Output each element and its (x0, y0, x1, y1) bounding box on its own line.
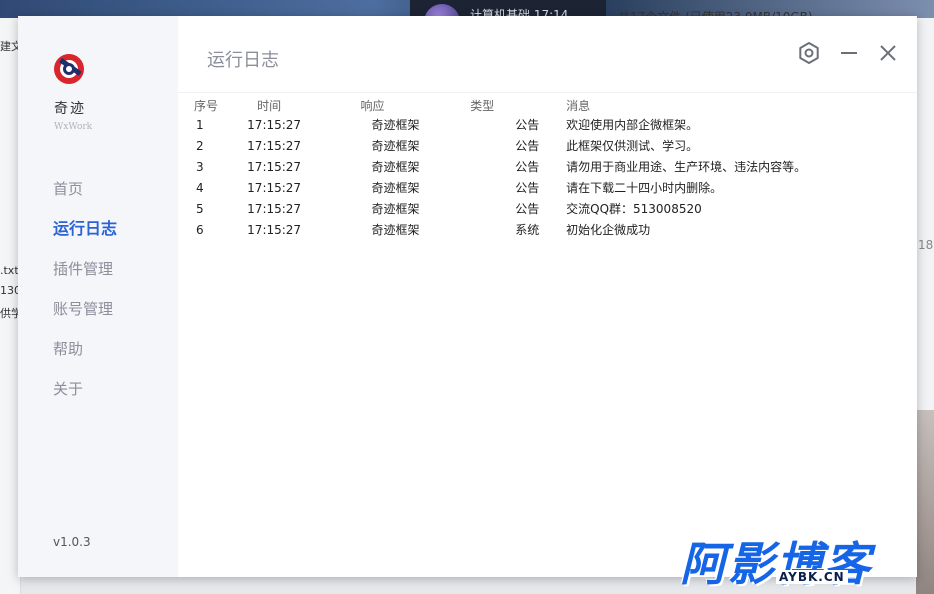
log-table: 序号 时间 响应 类型 消息 1 17:15:27 奇迹框架 公告 欢迎使用内部… (194, 96, 917, 240)
table-row[interactable]: 3 17:15:27 奇迹框架 公告 请勿用于商业用途、生产环境、违法内容等。 (194, 156, 917, 177)
table-row[interactable]: 6 17:15:27 奇迹框架 系统 初始化企微成功 (194, 219, 917, 240)
cell-index: 2 (196, 138, 204, 153)
cell-index: 3 (196, 159, 204, 174)
background-right-text: 18 (918, 238, 934, 252)
version-label: v1.0.3 (53, 535, 91, 549)
sidebar: 奇迹 WxWork 首页 运行日志 插件管理 账号管理 帮助 关于 v1.0.3 (18, 16, 178, 577)
background-left-text: .txt (0, 264, 18, 277)
settings-button[interactable] (796, 40, 822, 66)
cell-type: 公告 (515, 139, 540, 153)
cell-message: 此框架仅供测试、学习。 (566, 139, 699, 153)
sidebar-item-home[interactable]: 首页 (53, 178, 117, 218)
cell-type: 系统 (515, 223, 540, 237)
sidebar-nav: 首页 运行日志 插件管理 账号管理 帮助 关于 (53, 178, 117, 418)
main-header: 运行日志 (178, 16, 917, 93)
cell-type: 公告 (515, 118, 540, 132)
table-row[interactable]: 1 17:15:27 奇迹框架 公告 欢迎使用内部企微框架。 (194, 114, 917, 135)
column-header-time[interactable]: 时间 (247, 96, 360, 114)
cell-time: 17:15:27 (247, 138, 302, 153)
cell-response: 奇迹框架 (371, 160, 420, 174)
cell-response: 奇迹框架 (371, 202, 420, 216)
main-panel: 运行日志 序号 时间 响应 类型 消息 1 17:15:27 奇迹框架 公告 欢… (178, 16, 917, 577)
cell-message: 请在下载二十四小时内删除。 (566, 181, 723, 195)
log-table-header: 序号 时间 响应 类型 消息 (194, 96, 917, 114)
cell-index: 6 (196, 222, 204, 237)
cell-response: 奇迹框架 (371, 223, 420, 237)
table-row[interactable]: 2 17:15:27 奇迹框架 公告 此框架仅供测试、学习。 (194, 135, 917, 156)
minimize-icon (841, 52, 857, 54)
cell-time: 17:15:27 (247, 201, 302, 216)
sidebar-item-accounts[interactable]: 账号管理 (53, 298, 117, 338)
cell-type: 公告 (515, 181, 540, 195)
cell-index: 5 (196, 201, 204, 216)
app-logo-subtitle: WxWork (54, 122, 93, 132)
background-left-text: 建文 (0, 40, 18, 53)
cell-message: 欢迎使用内部企微框架。 (566, 118, 699, 132)
cell-response: 奇迹框架 (371, 139, 420, 153)
app-logo-name: 奇迹 (54, 101, 86, 117)
cell-time: 17:15:27 (247, 159, 302, 174)
cell-message: 交流QQ群：513008520 (566, 202, 702, 216)
sidebar-item-help[interactable]: 帮助 (53, 338, 117, 378)
gear-icon (799, 42, 819, 64)
watermark-text: 阿影博客 (680, 537, 872, 591)
cell-index: 4 (196, 180, 204, 195)
app-window: 奇迹 WxWork 首页 运行日志 插件管理 账号管理 帮助 关于 v1.0.3… (18, 16, 917, 577)
close-icon (880, 45, 896, 61)
sidebar-item-plugins[interactable]: 插件管理 (53, 258, 117, 298)
cell-response: 奇迹框架 (371, 181, 420, 195)
watermark: 阿影博客 AYBK.CN (680, 528, 912, 591)
table-row[interactable]: 4 17:15:27 奇迹框架 公告 请在下载二十四小时内删除。 (194, 177, 917, 198)
cell-time: 17:15:27 (247, 117, 302, 132)
minimize-button[interactable] (836, 40, 862, 66)
cell-message: 初始化企微成功 (566, 223, 651, 237)
background-left-text: 130 (0, 284, 18, 297)
column-header-message[interactable]: 消息 (566, 96, 917, 114)
sidebar-item-about[interactable]: 关于 (53, 378, 117, 418)
cell-time: 17:15:27 (247, 180, 302, 195)
close-button[interactable] (875, 40, 901, 66)
app-logo-icon (54, 54, 84, 84)
page-title: 运行日志 (207, 50, 279, 71)
cell-message: 请勿用于商业用途、生产环境、违法内容等。 (566, 160, 807, 174)
cell-response: 奇迹框架 (371, 118, 420, 132)
sidebar-item-run-log[interactable]: 运行日志 (53, 218, 117, 258)
table-row[interactable]: 5 17:15:27 奇迹框架 公告 交流QQ群：513008520 (194, 198, 917, 219)
cell-index: 1 (196, 117, 204, 132)
cell-type: 公告 (515, 160, 540, 174)
cell-type: 公告 (515, 202, 540, 216)
background-right-photo (916, 410, 934, 594)
column-header-type[interactable]: 类型 (470, 96, 566, 114)
column-header-response[interactable]: 响应 (361, 96, 471, 114)
watermark-url: AYBK.CN (776, 570, 848, 584)
cell-time: 17:15:27 (247, 222, 302, 237)
column-header-index[interactable]: 序号 (194, 96, 247, 114)
background-left-text: 供学 (0, 307, 18, 320)
